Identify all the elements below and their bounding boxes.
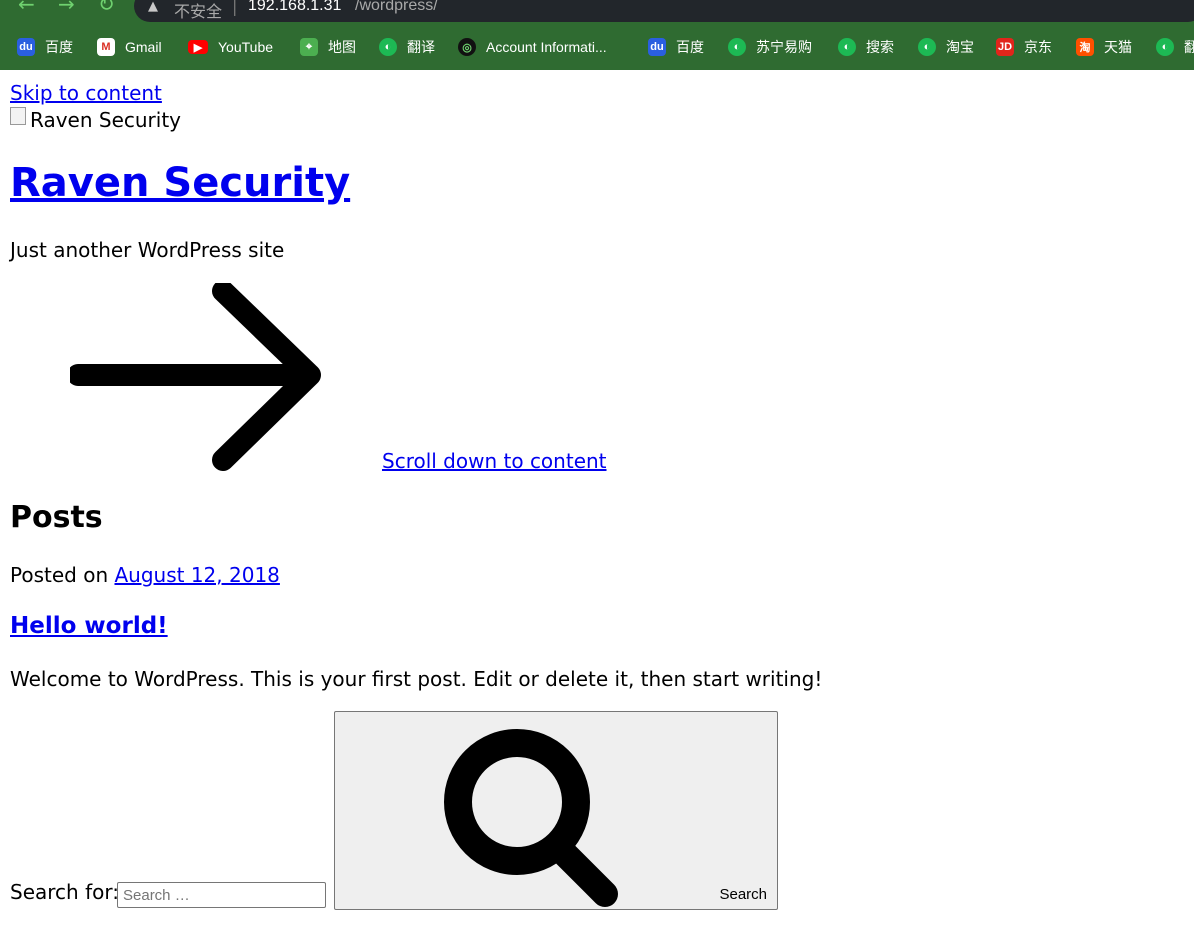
browser-chrome: ← → ↻ ▲ 不安全 | 192.168.1.31 /wordpress/ d… (0, 0, 1194, 70)
globe-icon: ◐ (379, 38, 397, 56)
bookmark-label: YouTube (218, 39, 274, 55)
bookmark-label: 翻 (1184, 39, 1194, 55)
youtube-icon: ▶ (188, 40, 208, 54)
bookmarks-bar: du 百度 M Gmail ▶ YouTube ⌖ 地图 ◐ 翻译 ◎ Acco… (0, 34, 1194, 60)
bookmark-item[interactable]: M Gmail (97, 34, 162, 60)
bookmark-item[interactable]: ▶ YouTube (188, 34, 273, 60)
bookmark-label: Account Informati... (486, 39, 607, 55)
broken-image-icon (10, 107, 26, 125)
baidu-icon: du (17, 38, 35, 56)
scroll-down-link[interactable]: Scroll down to content (382, 449, 607, 473)
gmail-icon: M (97, 38, 115, 56)
search-icon (444, 729, 618, 907)
bookmark-label: 天猫 (1104, 39, 1132, 55)
search-input[interactable] (117, 882, 326, 908)
posts-heading: Posts (10, 500, 103, 535)
globe-icon: ◐ (838, 38, 856, 56)
bookmark-item[interactable]: du 百度 (17, 34, 73, 60)
bookmark-label: 搜索 (866, 39, 894, 55)
logo-alt-text: Raven Security (30, 108, 182, 132)
post-date-link[interactable]: August 12, 2018 (114, 563, 279, 587)
bookmark-label: 淘宝 (946, 39, 974, 55)
bookmark-label: 地图 (328, 39, 356, 55)
skip-to-content-link[interactable]: Skip to content (10, 81, 162, 105)
bookmark-label: 苏宁易购 (756, 39, 812, 55)
back-icon[interactable]: ← (18, 0, 35, 16)
bookmark-label: 百度 (45, 39, 73, 55)
site-tagline: Just another WordPress site (10, 238, 285, 262)
bookmark-label: 百度 (676, 39, 704, 55)
bookmark-item[interactable]: ◐ 翻 (1156, 34, 1194, 60)
reload-icon[interactable]: ↻ (98, 0, 115, 16)
site-logo[interactable]: Raven Security (10, 107, 182, 132)
bookmark-label: 翻译 (407, 39, 435, 55)
search-label: Search for: (10, 880, 119, 904)
bookmark-item[interactable]: du 百度 (648, 34, 704, 60)
baidu-icon: du (648, 38, 666, 56)
address-separator: | (232, 0, 238, 16)
forward-icon[interactable]: → (58, 0, 75, 16)
tmall-icon: 淘 (1076, 38, 1094, 56)
bookmark-item[interactable]: 淘 天猫 (1076, 34, 1132, 60)
post-title-link[interactable]: Hello world! (10, 613, 168, 639)
url-host: 192.168.1.31 (248, 0, 342, 14)
bookmark-item[interactable]: ◐ 搜索 (838, 34, 894, 60)
site-title[interactable]: Raven Security (10, 160, 350, 206)
search-button[interactable]: Search (334, 711, 778, 910)
jd-icon: JD (996, 38, 1014, 56)
url-path: /wordpress/ (355, 0, 438, 14)
bookmark-item[interactable]: ⌖ 地图 (300, 34, 356, 60)
search-button-label: Search (719, 886, 767, 903)
bookmark-item[interactable]: ◐ 淘宝 (918, 34, 974, 60)
bookmark-item[interactable]: ◐ 翻译 (379, 34, 435, 60)
globe-icon: ◐ (1156, 38, 1174, 56)
security-status: 不安全 (174, 2, 223, 21)
bookmark-item[interactable]: ◎ Account Informati... (458, 34, 607, 60)
bookmark-label: Gmail (125, 39, 162, 55)
posted-on-label: Posted on (10, 563, 109, 587)
globe-icon: ◐ (728, 38, 746, 56)
post-excerpt: Welcome to WordPress. This is your first… (10, 667, 823, 691)
bookmark-label: 京东 (1024, 39, 1052, 55)
warning-icon: ▲ (148, 0, 158, 14)
bookmark-item[interactable]: ◐ 苏宁易购 (728, 34, 812, 60)
post-meta: Posted on August 12, 2018 (10, 563, 280, 587)
globe-icon: ◐ (918, 38, 936, 56)
account-icon: ◎ (458, 38, 476, 56)
bookmark-item[interactable]: JD 京东 (996, 34, 1052, 60)
maps-icon: ⌖ (300, 38, 318, 56)
arrow-right-icon[interactable] (70, 283, 322, 473)
address-bar[interactable]: ▲ 不安全 | 192.168.1.31 /wordpress/ (134, 0, 1194, 22)
